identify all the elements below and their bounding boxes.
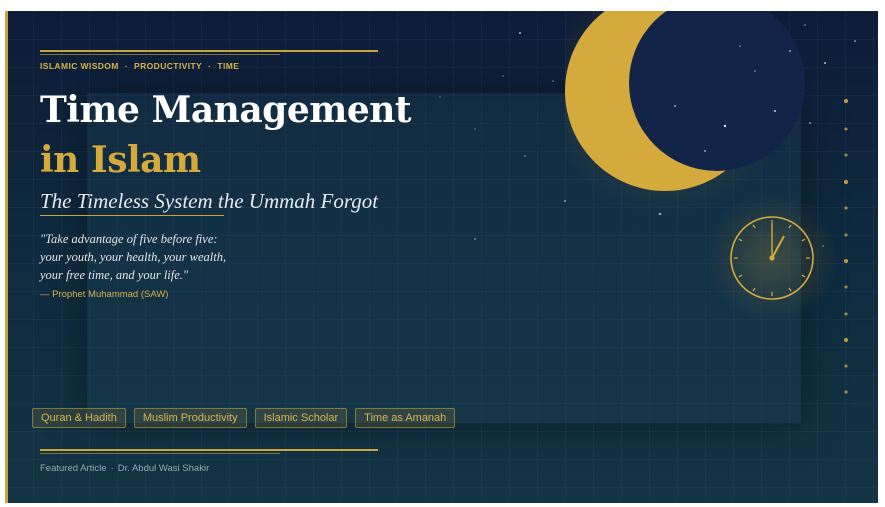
tag-productivity: PRODUCTIVITY bbox=[134, 61, 203, 71]
top-gold-rule bbox=[40, 50, 378, 52]
article-type: Featured Article bbox=[40, 463, 107, 474]
chip-time-as-amanah[interactable]: Time as Amanah bbox=[355, 408, 456, 428]
page-title-line2: in Islam bbox=[40, 139, 201, 181]
article-footer: Featured Article · Dr. Abdul Wasi Shakir bbox=[40, 463, 209, 474]
clock-icon bbox=[706, 194, 838, 324]
chip-muslim-productivity[interactable]: Muslim Productivity bbox=[133, 408, 247, 428]
decorative-dot-column bbox=[844, 99, 848, 394]
chip-quran-hadith[interactable]: Quran & Hadith bbox=[32, 408, 126, 428]
hero-banner: ISLAMIC WISDOM · PRODUCTIVITY · TIME Time Ma… bbox=[5, 11, 878, 503]
page-subtitle: The Timeless System the Ummah Forgot bbox=[40, 189, 379, 213]
top-gold-rule-thin bbox=[40, 54, 280, 55]
footer-separator: · bbox=[110, 463, 114, 474]
quote-line: your youth, your health, your wealth, bbox=[40, 250, 227, 264]
quote-line: "Take advantage of five before five: bbox=[40, 232, 218, 246]
page-title-line1: Time Management bbox=[40, 89, 412, 131]
category-tags: ISLAMIC WISDOM · PRODUCTIVITY · TIME bbox=[40, 61, 239, 71]
topic-chips: Quran & Hadith Muslim Productivity Islam… bbox=[32, 408, 456, 428]
quote-attribution: — Prophet Muhammad (SAW) bbox=[40, 289, 169, 300]
tag-time: TIME bbox=[217, 61, 240, 71]
article-author: Dr. Abdul Wasi Shakir bbox=[117, 463, 210, 474]
tag-separator: · bbox=[208, 61, 212, 71]
tag-islamic-wisdom: ISLAMIC WISDOM bbox=[40, 61, 119, 71]
quote-line: your free time, and your life." bbox=[40, 268, 189, 282]
bottom-gold-rule-thin bbox=[40, 453, 280, 454]
hadith-quote: "Take advantage of five before five: you… bbox=[40, 230, 226, 284]
chip-islamic-scholar[interactable]: Islamic Scholar bbox=[254, 408, 348, 428]
bottom-gold-rule bbox=[40, 449, 378, 451]
tag-separator: · bbox=[124, 61, 129, 71]
subtitle-underline bbox=[40, 215, 224, 216]
